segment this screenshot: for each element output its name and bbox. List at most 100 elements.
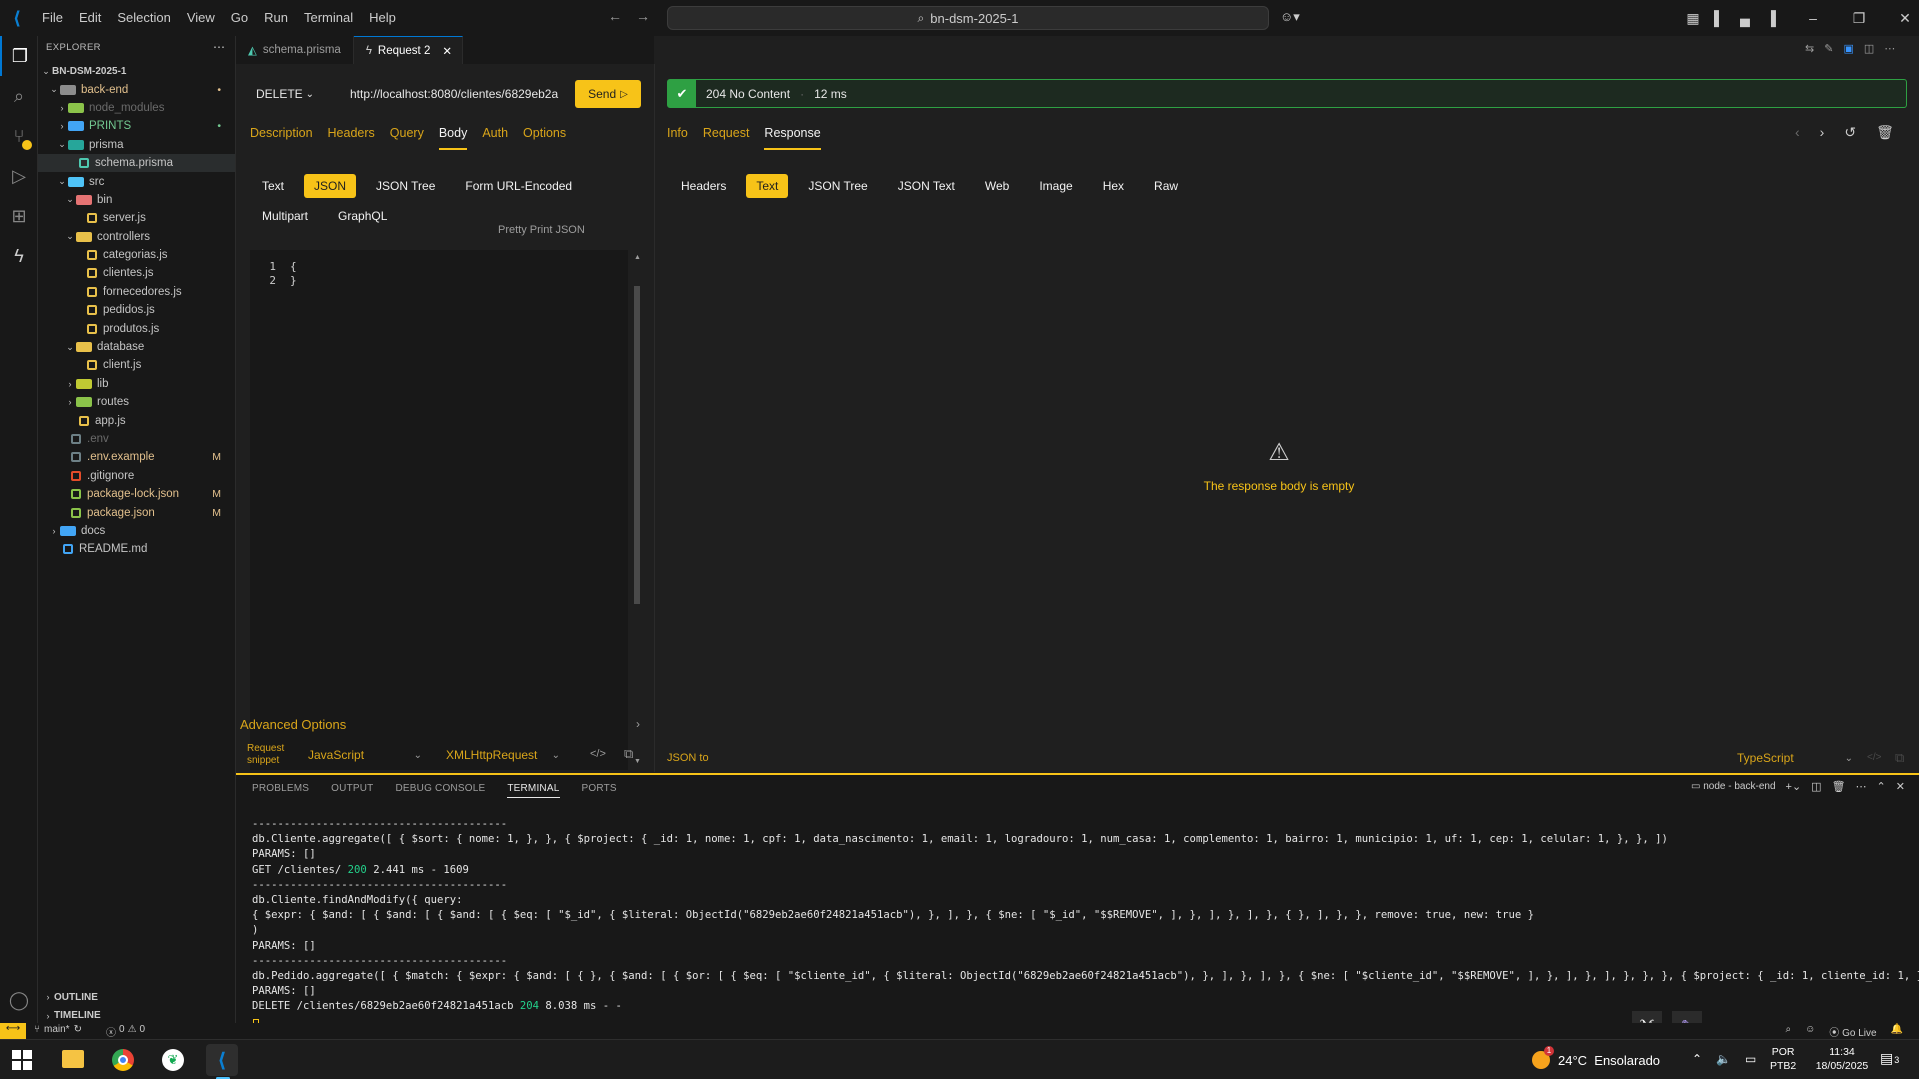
extensions-icon[interactable]: ⊞ [0, 196, 38, 236]
close-icon[interactable]: ✕ [1882, 10, 1919, 27]
toggle-secondary-sidebar-icon[interactable]: ▐ [1758, 10, 1784, 26]
problems-status[interactable]: ⓧ 0 ⚠ 0 [106, 1024, 145, 1039]
pretty-print-link[interactable]: Pretty Print JSON [498, 224, 585, 236]
zoom-icon[interactable]: ⌕ [1785, 1024, 1791, 1039]
thunder-client-icon[interactable]: ϟ [0, 236, 38, 276]
file-clientes-js[interactable]: clientes.js [38, 264, 235, 282]
menu-selection[interactable]: Selection [109, 0, 178, 36]
response-body-type-json-tree[interactable]: JSON Tree [798, 174, 877, 198]
code-icon[interactable]: </> [590, 748, 606, 760]
folder-src[interactable]: ⌄ src [38, 172, 235, 190]
copy-icon[interactable]: ⧉ [624, 746, 633, 762]
snippet-library-select[interactable]: XMLHttpRequest ⌄ [442, 745, 564, 765]
next-response-icon[interactable]: › [1820, 124, 1825, 141]
menu-file[interactable]: File [34, 0, 71, 36]
menu-view[interactable]: View [179, 0, 223, 36]
request-tab-query[interactable]: Query [390, 126, 424, 150]
more-actions-icon[interactable]: ⋯ [213, 40, 225, 54]
folder-bin[interactable]: ⌄ bin [38, 191, 235, 209]
workspace-root[interactable]: ⌄ BN-DSM-2025-1 [38, 62, 235, 80]
url-input[interactable]: http://localhost:8080/clientes/6829eb2a [344, 80, 562, 108]
file-schema-prisma[interactable]: schema.prisma [38, 153, 235, 173]
previous-response-icon[interactable]: ‹ [1795, 124, 1800, 141]
json-to-language-select[interactable]: TypeScript ⌄ [1733, 748, 1857, 768]
body-type-graphql[interactable]: GraphQL [328, 204, 397, 228]
forward-arrow-icon[interactable]: → [636, 8, 650, 24]
preview-icon[interactable]: ▣ [1843, 42, 1853, 55]
source-control-icon[interactable]: ⑂ [0, 116, 38, 156]
menu-run[interactable]: Run [256, 0, 296, 36]
go-live-button[interactable]: ⦿ Go Live [1829, 1024, 1876, 1039]
request-tab-headers[interactable]: Headers [328, 126, 375, 150]
response-body-type-web[interactable]: Web [975, 174, 1019, 198]
file-readme-md[interactable]: README.md [38, 540, 235, 558]
response-tab-request[interactable]: Request [703, 126, 750, 150]
show-hidden-icons-icon[interactable]: ⌃ [1692, 1052, 1702, 1066]
accounts-icon[interactable]: ◯ [0, 980, 38, 1020]
comment-icon[interactable]: ✎ [1824, 42, 1833, 55]
network-icon[interactable]: ▭ [1745, 1052, 1756, 1066]
advanced-options[interactable]: Advanced Options › [236, 712, 640, 736]
panel-tab-terminal[interactable]: TERMINAL [507, 783, 560, 798]
send-button[interactable]: Send ▷ [575, 80, 641, 108]
response-body-type-json-text[interactable]: JSON Text [888, 174, 965, 198]
editor-scrollbar[interactable]: ▲ ▼ [634, 250, 641, 770]
tab-schema-prisma[interactable]: ◭ schema.prisma [236, 36, 354, 64]
folder-back-end[interactable]: ⌄ back-end • [38, 80, 235, 98]
terminal-instance[interactable]: ▭ node - back-end [1691, 781, 1776, 792]
code-icon[interactable]: </> [1867, 752, 1881, 763]
file-explorer-icon[interactable] [62, 1050, 84, 1068]
customize-layout-icon[interactable]: ▦ [1680, 10, 1706, 27]
response-body-type-raw[interactable]: Raw [1144, 174, 1188, 198]
panel-tab-problems[interactable]: PROBLEMS [252, 783, 309, 798]
response-body-type-text[interactable]: Text [746, 174, 789, 198]
close-panel-icon[interactable]: ✕ [1896, 780, 1905, 793]
menu-edit[interactable]: Edit [71, 0, 109, 36]
outline-section[interactable]: › OUTLINE [38, 988, 236, 1006]
folder-node-modules[interactable]: › node_modules [38, 99, 235, 117]
explorer-icon[interactable]: ❐ [0, 36, 38, 76]
panel-tab-output[interactable]: OUTPUT [331, 783, 373, 798]
folder-routes[interactable]: › routes [38, 393, 235, 411]
folder-docs[interactable]: › docs [38, 522, 235, 540]
response-body-type-headers[interactable]: Headers [671, 174, 736, 198]
file-categorias-js[interactable]: categorias.js [38, 246, 235, 264]
weather-widget[interactable]: 1 24°C Ensolarado [1532, 1046, 1660, 1069]
history-icon[interactable]: ↺ [1844, 124, 1856, 141]
chrome-icon[interactable] [112, 1049, 134, 1071]
file-env-example[interactable]: .env.example M [38, 448, 235, 466]
file-produtos-js[interactable]: produtos.js [38, 319, 235, 337]
copilot-icon[interactable]: ☺▾ [1280, 9, 1300, 25]
volume-icon[interactable]: 🔈 [1716, 1052, 1731, 1066]
more-editor-actions-icon[interactable]: ⋯ [1884, 42, 1895, 55]
file-package-lock-json[interactable]: package-lock.json M [38, 485, 235, 503]
response-body-type-image[interactable]: Image [1029, 174, 1082, 198]
menu-terminal[interactable]: Terminal [296, 0, 361, 36]
method-select[interactable]: DELETE ⌄ [250, 80, 320, 108]
folder-controllers[interactable]: ⌄ controllers [38, 228, 235, 246]
file-gitignore[interactable]: .gitignore [38, 467, 235, 485]
split-terminal-icon[interactable]: ◫ [1811, 780, 1821, 793]
snippet-language-select[interactable]: JavaScript ⌄ [304, 745, 426, 765]
language-indicator[interactable]: POR PTB2 [1770, 1045, 1796, 1073]
clock[interactable]: 11:34 18/05/2025 [1812, 1045, 1872, 1073]
branch-status[interactable]: ⑂ main* ↻ [34, 1024, 82, 1035]
folder-prisma[interactable]: ⌄ prisma [38, 136, 235, 154]
minimize-icon[interactable]: – [1790, 10, 1836, 26]
toggle-panel-icon[interactable]: ▄ [1732, 10, 1758, 26]
split-icon[interactable]: ⇆ [1805, 42, 1814, 55]
notifications-bell-icon[interactable]: 🔔 [1891, 1024, 1903, 1039]
clear-response-icon[interactable]: 🗑 [1876, 124, 1894, 141]
terminal-output[interactable]: ----------------------------------------… [252, 817, 1919, 1014]
panel-tab-ports[interactable]: PORTS [582, 783, 617, 798]
notification-center-icon[interactable]: ▤3 [1880, 1050, 1899, 1067]
panel-tab-debug-console[interactable]: DEBUG CONSOLE [395, 783, 485, 798]
close-tab-icon[interactable]: ✕ [442, 44, 452, 58]
vscode-taskbar-icon[interactable]: ⟨ [206, 1044, 238, 1076]
request-tab-auth[interactable]: Auth [482, 126, 508, 150]
file-app-js[interactable]: app.js [38, 411, 235, 429]
file-env[interactable]: .env [38, 430, 235, 448]
split-editor-icon[interactable]: ◫ [1864, 42, 1874, 55]
body-type-form-url-encoded[interactable]: Form URL-Encoded [455, 174, 582, 198]
folder-lib[interactable]: › lib [38, 375, 235, 393]
